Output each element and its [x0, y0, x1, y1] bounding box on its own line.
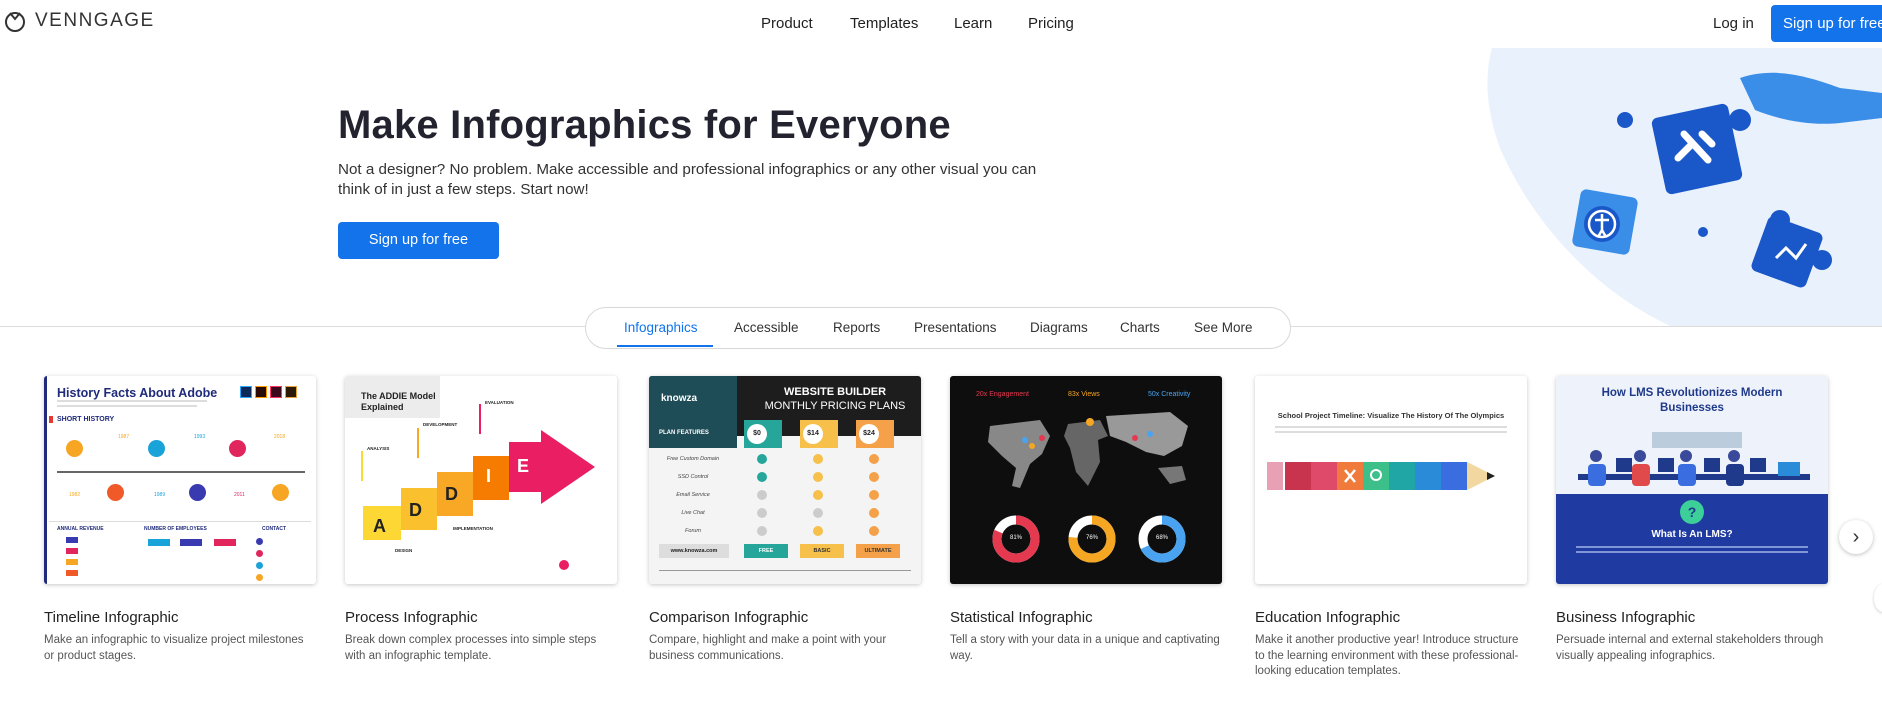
adobe-app-icons [240, 386, 297, 398]
top-navbar: VENNGAGE Product Templates Learn Pricing… [0, 0, 1882, 48]
card-description: Break down complex processes into simple… [345, 634, 597, 662]
addie-staircase-graphic [363, 430, 595, 540]
hero-section: Make Infographics for Everyone Not a des… [0, 48, 1882, 326]
card-title[interactable]: Process Infographic [345, 609, 617, 626]
card-description: Tell a story with your data in a unique … [950, 634, 1220, 662]
brand-name: VENNGAGE [35, 10, 155, 31]
tab-diagrams[interactable]: Diagrams [1030, 320, 1088, 335]
tab-see-more[interactable]: See More [1194, 320, 1253, 335]
nav-templates[interactable]: Templates [850, 15, 918, 32]
nav-learn[interactable]: Learn [954, 15, 992, 32]
template-card-comparison[interactable]: knowza WEBSITE BUILDER MONTHLY PRICING P… [649, 376, 921, 664]
hero-puzzle-illustration [1487, 48, 1882, 326]
card-title[interactable]: Business Infographic [1556, 609, 1828, 626]
hero-signup-button[interactable]: Sign up for free [338, 222, 499, 259]
nav-product[interactable]: Product [761, 15, 813, 32]
card-title[interactable]: Education Infographic [1255, 609, 1527, 626]
tab-charts[interactable]: Charts [1120, 320, 1160, 335]
template-card-process[interactable]: The ADDIE Model Explained A D D I E ANAL… [345, 376, 617, 664]
card-description: Compare, highlight and make a point with… [649, 634, 887, 662]
card-title[interactable]: Timeline Infographic [44, 609, 316, 626]
template-card-statistical[interactable]: 20x Engagement 83x Views 50x Creativity … [950, 376, 1222, 664]
template-card-business[interactable]: How LMS Revolutionizes Modern Businesses… [1556, 376, 1828, 664]
comparison-thumbnail[interactable]: knowza WEBSITE BUILDER MONTHLY PRICING P… [649, 376, 921, 584]
tab-presentations[interactable]: Presentations [914, 320, 997, 335]
card-description: Make it another productive year! Introdu… [1255, 634, 1519, 677]
card-description: Persuade internal and external stakehold… [1556, 634, 1824, 662]
thumb-section: SHORT HISTORY [57, 416, 115, 423]
carousel-next-button[interactable]: › [1839, 520, 1873, 554]
thumb-brand: knowza [661, 393, 698, 404]
pencil-timeline-graphic [1267, 462, 1495, 490]
template-category-tabs: Infographics Accessible Reports Presenta… [585, 307, 1291, 349]
card-title[interactable]: Statistical Infographic [950, 609, 1222, 626]
login-link[interactable]: Log in [1713, 15, 1754, 32]
education-thumbnail[interactable]: School Project Timeline: Visualize The H… [1255, 376, 1527, 584]
chevron-right-icon: › [1852, 525, 1860, 548]
venngage-logo-icon [5, 12, 25, 32]
tab-accessible[interactable]: Accessible [734, 320, 799, 335]
hero-subtitle: Not a designer? No problem. Make accessi… [338, 161, 1037, 198]
partial-carousel-card [1874, 584, 1882, 612]
hero-title: Make Infographics for Everyone [338, 103, 951, 147]
card-title[interactable]: Comparison Infographic [649, 609, 921, 626]
tab-infographics[interactable]: Infographics [624, 320, 698, 335]
tab-reports[interactable]: Reports [833, 320, 880, 335]
brand-logo[interactable]: VENNGAGE [4, 10, 155, 32]
process-thumbnail[interactable]: The ADDIE Model Explained A D D I E ANAL… [345, 376, 617, 584]
statistical-thumbnail[interactable]: 20x Engagement 83x Views 50x Creativity … [950, 376, 1222, 584]
world-map-and-donuts [988, 412, 1188, 563]
nav-signup-button[interactable]: Sign up for free [1771, 5, 1882, 42]
timeline-thumbnail[interactable]: History Facts About Adobe SHORT HISTORY … [44, 376, 316, 584]
question-mark-icon: ? [1680, 500, 1704, 524]
nav-pricing[interactable]: Pricing [1028, 15, 1074, 32]
active-tab-indicator [617, 345, 713, 347]
card-description: Make an infographic to visualize project… [44, 634, 304, 662]
template-card-education[interactable]: School Project Timeline: Visualize The H… [1255, 376, 1527, 680]
template-card-timeline[interactable]: History Facts About Adobe SHORT HISTORY … [44, 376, 316, 664]
business-thumbnail[interactable]: How LMS Revolutionizes Modern Businesses… [1556, 376, 1828, 584]
thumb-title: History Facts About Adobe [57, 386, 218, 400]
